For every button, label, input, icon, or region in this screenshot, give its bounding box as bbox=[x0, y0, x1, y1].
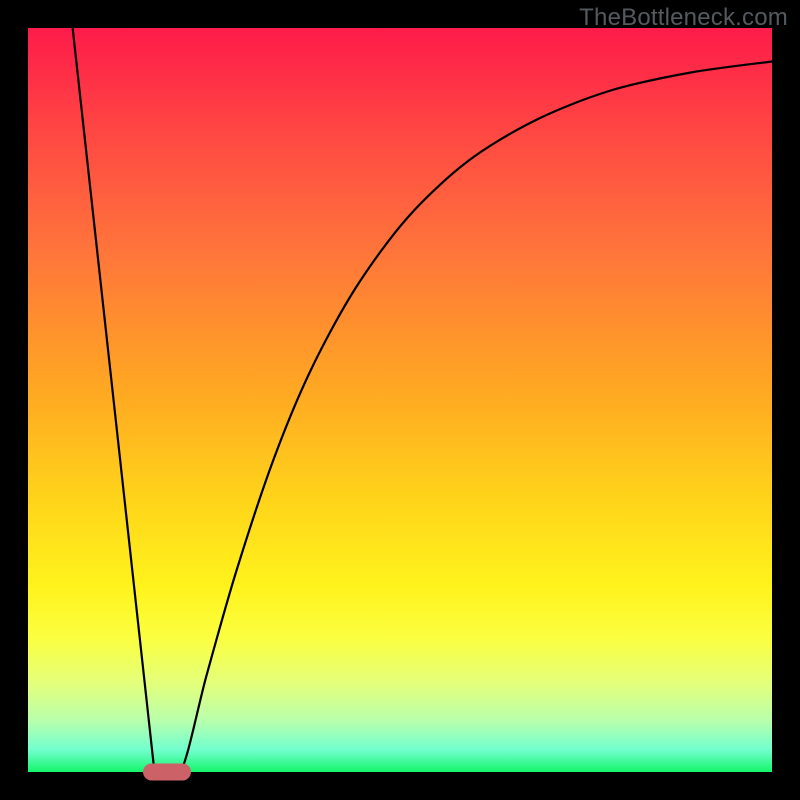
optimal-marker bbox=[143, 764, 191, 781]
watermark-label: TheBottleneck.com bbox=[579, 4, 788, 32]
plot-area bbox=[28, 28, 772, 772]
chart-frame: TheBottleneck.com bbox=[0, 0, 800, 800]
bottleneck-curve bbox=[28, 28, 772, 772]
